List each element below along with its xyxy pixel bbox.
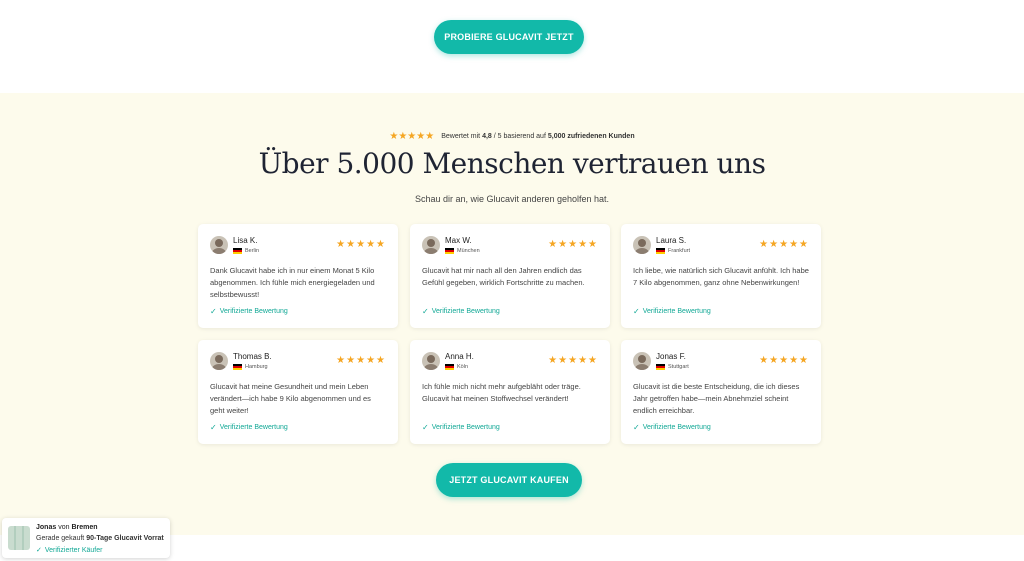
german-flag-icon bbox=[445, 364, 454, 370]
avatar bbox=[210, 236, 228, 254]
section-headline: Über 5.000 Menschen vertrauen uns bbox=[258, 147, 766, 180]
check-icon: ✓ bbox=[633, 423, 640, 432]
reviewer-name: Max W. bbox=[445, 236, 472, 245]
purchase-prefix: Gerade gekauft bbox=[36, 535, 85, 542]
reviewer-location: Stuttgart bbox=[656, 364, 689, 370]
top-area: PROBIERE GLUCAVIT JETZT bbox=[0, 0, 1024, 93]
rating-prefix: Bewertet mit bbox=[441, 133, 481, 140]
review-card: Jonas F. Stuttgart ★★★★★ Glucavit ist di… bbox=[621, 340, 821, 444]
purchase-notification[interactable]: Jonas von Bremen Gerade gekauft 90-Tage … bbox=[2, 518, 170, 558]
review-text: Glucavit ist die beste Entscheidung, die… bbox=[633, 382, 800, 415]
review-card: Lisa K. Berlin ★★★★★ Dank Glucavit habe … bbox=[198, 224, 398, 328]
reviewer-location: Frankfurt bbox=[656, 248, 690, 254]
rating-middle: / 5 basierend auf bbox=[493, 133, 546, 140]
check-icon: ✓ bbox=[210, 307, 217, 316]
reviewer-name: Anna H. bbox=[445, 352, 474, 361]
avatar bbox=[633, 352, 651, 370]
reviewer-location: Berlin bbox=[233, 248, 259, 254]
buyer-name: Jonas bbox=[36, 524, 57, 531]
review-text: Glucavit hat mir nach all den Jahren end… bbox=[422, 266, 585, 287]
reviewer-location: München bbox=[445, 248, 480, 254]
review-card: Max W. München ★★★★★ Glucavit hat mir na… bbox=[410, 224, 610, 328]
avatar bbox=[210, 352, 228, 370]
check-icon: ✓ bbox=[422, 423, 429, 432]
review-stars-icon: ★★★★★ bbox=[759, 239, 809, 250]
verified-badge: ✓ Verifizierte Bewertung bbox=[210, 423, 288, 432]
reviewer-name: Lisa K. bbox=[233, 236, 258, 245]
review-text: Dank Glucavit habe ich in nur einem Mona… bbox=[210, 266, 375, 299]
check-icon: ✓ bbox=[36, 547, 42, 554]
verified-buyer-badge: ✓ Verifizierter Käufer bbox=[36, 546, 103, 555]
avatar bbox=[422, 236, 440, 254]
reviewer-name: Jonas F. bbox=[656, 352, 686, 361]
check-icon: ✓ bbox=[210, 423, 217, 432]
review-text: Ich liebe, wie natürlich sich Glucavit a… bbox=[633, 266, 809, 287]
german-flag-icon bbox=[233, 364, 242, 370]
review-card: Laura S. Frankfurt ★★★★★ Ich liebe, wie … bbox=[621, 224, 821, 328]
review-card: Anna H. Köln ★★★★★ Ich fühle mich nicht … bbox=[410, 340, 610, 444]
reviewer-location: Köln bbox=[445, 364, 468, 370]
check-icon: ✓ bbox=[633, 307, 640, 316]
rating-stars-icon: ★★★★★ bbox=[389, 131, 435, 142]
check-icon: ✓ bbox=[422, 307, 429, 316]
product-image bbox=[8, 526, 30, 550]
review-stars-icon: ★★★★★ bbox=[548, 355, 598, 366]
reviewer-name: Laura S. bbox=[656, 236, 687, 245]
verified-badge: ✓ Verifizierte Bewertung bbox=[422, 307, 500, 316]
verified-badge: ✓ Verifizierte Bewertung bbox=[633, 307, 711, 316]
avatar bbox=[633, 236, 651, 254]
rating-summary: ★★★★★ Bewertet mit 4,8 / 5 basierend auf… bbox=[0, 131, 1024, 142]
review-card: Thomas B. Hamburg ★★★★★ Glucavit hat mei… bbox=[198, 340, 398, 444]
german-flag-icon bbox=[445, 248, 454, 254]
german-flag-icon bbox=[656, 248, 665, 254]
review-text: Glucavit hat meine Gesundheit und mein L… bbox=[210, 382, 371, 415]
buy-glucavit-button[interactable]: JETZT GLUCAVIT KAUFEN bbox=[436, 463, 582, 497]
buyer-from: von bbox=[58, 524, 70, 531]
section-subheadline: Schau dir an, wie Glucavit anderen gehol… bbox=[414, 194, 610, 204]
review-stars-icon: ★★★★★ bbox=[336, 355, 386, 366]
rating-score: 4,8 bbox=[482, 133, 492, 140]
german-flag-icon bbox=[656, 364, 665, 370]
avatar bbox=[422, 352, 440, 370]
review-stars-icon: ★★★★★ bbox=[548, 239, 598, 250]
verified-badge: ✓ Verifizierte Bewertung bbox=[210, 307, 288, 316]
reviewer-name: Thomas B. bbox=[233, 352, 272, 361]
purchased-product: 90-Tage Glucavit Vorrat bbox=[86, 535, 164, 542]
review-text: Ich fühle mich nicht mehr aufgebläht ode… bbox=[422, 382, 581, 403]
review-stars-icon: ★★★★★ bbox=[336, 239, 386, 250]
buyer-city: Bremen bbox=[71, 524, 98, 531]
verified-badge: ✓ Verifizierte Bewertung bbox=[633, 423, 711, 432]
review-stars-icon: ★★★★★ bbox=[759, 355, 809, 366]
german-flag-icon bbox=[233, 248, 242, 254]
verified-badge: ✓ Verifizierte Bewertung bbox=[422, 423, 500, 432]
rating-count: 5,000 zufriedenen Kunden bbox=[547, 133, 635, 140]
try-glucavit-button[interactable]: PROBIERE GLUCAVIT JETZT bbox=[434, 20, 584, 54]
reviewer-location: Hamburg bbox=[233, 364, 268, 370]
